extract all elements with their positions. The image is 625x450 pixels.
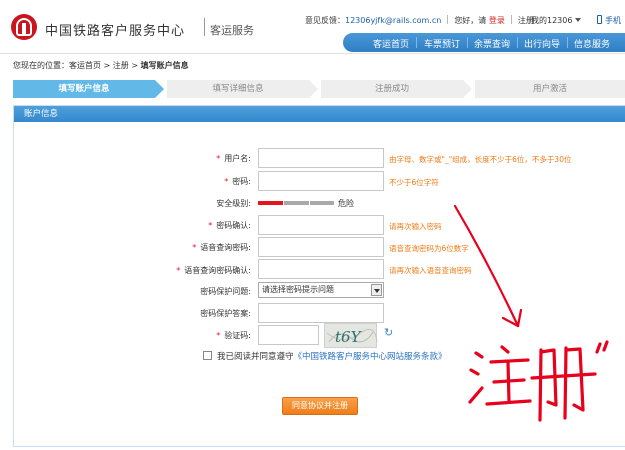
- voice-password-confirm-hint: 请再次输入语音查询密码: [389, 266, 472, 275]
- step-arrow: [155, 80, 164, 98]
- security-question-select[interactable]: 请选择密码提示问题: [258, 282, 384, 298]
- username-label: * 用户名:: [216, 154, 251, 163]
- step-success: 注册成功: [321, 80, 463, 98]
- brand-divider: [204, 18, 205, 36]
- password-strength-fill: [258, 201, 284, 205]
- agree-text: 我已阅读并同意遵守《中国铁路客户服务中心网站服务条款》: [217, 350, 447, 362]
- feedback-email-link[interactable]: 12306yjfk@rails.com.cn: [345, 16, 441, 25]
- voice-password-hint: 语音查询密码为6位数字: [389, 244, 469, 253]
- security-question-value: 请选择密码提示问题: [262, 285, 334, 294]
- nav-divider: [467, 37, 468, 48]
- nav-item-home[interactable]: 客运首页: [373, 37, 409, 50]
- voice-password-label: * 语音查询密码:: [192, 243, 251, 252]
- nav-item-booking[interactable]: 车票预订: [424, 37, 460, 50]
- login-link[interactable]: 登录: [489, 16, 505, 25]
- captcha-label: * 验证码:: [216, 331, 251, 340]
- captcha-image[interactable]: t6Y: [324, 323, 378, 348]
- step-arrow: [309, 80, 318, 98]
- top-links: 意见反馈：12306yjfk@rails.com.cn 您好，请 登录 注册: [305, 15, 534, 26]
- breadcrumb-separator: >: [131, 61, 139, 70]
- refresh-icon[interactable]: ↻: [384, 326, 393, 339]
- step-arrow: [463, 80, 472, 98]
- agree-prefix: 我已阅读并同意遵守: [217, 352, 294, 362]
- password-strength-bar: [258, 201, 334, 205]
- captcha-graphic: t6Y: [326, 328, 378, 346]
- agree-and-register-button[interactable]: 同意协议并注册: [282, 397, 358, 415]
- mobile-label: 手机: [605, 16, 621, 25]
- brand-title: 中国铁路客户服务中心: [45, 24, 186, 39]
- header-divider: [0, 53, 625, 54]
- railway-logo-icon[interactable]: [11, 14, 37, 40]
- main-nav: 客运首页 车票预订 余票查询 出行向导 信息服务: [343, 33, 625, 52]
- password-label: * 密码:: [224, 177, 251, 186]
- nav-divider: [416, 37, 417, 48]
- site-header: 中国铁路客户服务中心 客运服务 意见反馈：12306yjfk@rails.com…: [0, 0, 625, 56]
- divider: [510, 15, 512, 24]
- voice-password-input[interactable]: [258, 237, 384, 257]
- security-answer-input[interactable]: [258, 303, 384, 323]
- registration-steps: 填写账户信息 填写详细信息 注册成功 用户激活: [13, 80, 625, 98]
- chevron-down-icon: [575, 18, 582, 22]
- username-input[interactable]: [258, 148, 384, 168]
- step-activation: 用户激活: [475, 80, 625, 98]
- voice-password-confirm-label: * 语音查询密码确认:: [176, 266, 251, 275]
- strength-divider: [309, 201, 310, 205]
- security-answer-label: 密码保护答案:: [200, 309, 251, 318]
- nav-item-info-service[interactable]: 信息服务: [574, 37, 610, 50]
- confirm-password-hint: 请再次输入密码: [389, 222, 442, 231]
- breadcrumb-register[interactable]: 注册: [113, 61, 129, 70]
- agree-checkbox[interactable]: [203, 351, 212, 360]
- step-fill-account: 填写账户信息: [13, 80, 155, 98]
- strength-divider: [283, 201, 284, 205]
- mobile-link[interactable]: 手机: [597, 15, 621, 26]
- security-question-label: 密码保护问题:: [200, 287, 251, 296]
- feedback-label: 意见反馈：: [305, 16, 345, 25]
- my-account-menu[interactable]: 我的12306: [531, 15, 582, 26]
- captcha-input[interactable]: [258, 325, 319, 345]
- nav-divider: [517, 37, 518, 48]
- my-account-label: 我的12306: [531, 16, 573, 25]
- voice-password-confirm-input[interactable]: [258, 259, 384, 279]
- nav-item-remaining-tickets[interactable]: 余票查询: [474, 37, 510, 50]
- confirm-password-input[interactable]: [258, 215, 384, 235]
- brand-subtitle: 客运服务: [210, 24, 254, 37]
- breadcrumb-prefix: 您现在的位置：: [13, 61, 69, 70]
- panel-title: 账户信息: [14, 106, 625, 122]
- greeting-text: 您好，请: [454, 16, 487, 25]
- nav-item-travel-guide[interactable]: 出行向导: [524, 37, 560, 50]
- security-level-value: 危险: [338, 199, 354, 208]
- breadcrumb-separator: >: [103, 61, 111, 70]
- captcha-text: t6Y: [335, 328, 363, 346]
- breadcrumb-home[interactable]: 客运首页: [69, 61, 101, 70]
- breadcrumb: 您现在的位置：客运首页 > 注册 > 填写账户信息: [13, 60, 189, 71]
- chevron-down-icon[interactable]: [371, 284, 382, 296]
- breadcrumb-current: 填写账户信息: [140, 61, 189, 70]
- divider: [447, 15, 449, 24]
- password-hint: 不少于6位字符: [389, 178, 439, 187]
- step-fill-details: 填写详细信息: [167, 80, 309, 98]
- confirm-password-label: * 密码确认:: [208, 221, 251, 230]
- nav-divider: [567, 37, 568, 48]
- password-input[interactable]: [258, 171, 384, 191]
- username-hint: 由字母、数字或"_"组成，长度不少于6位，不多于30位: [389, 155, 572, 164]
- security-level-label: 安全级别:: [216, 199, 251, 208]
- terms-link[interactable]: 《中国铁路客户服务中心网站服务条款》: [294, 352, 447, 362]
- phone-icon: [597, 15, 602, 24]
